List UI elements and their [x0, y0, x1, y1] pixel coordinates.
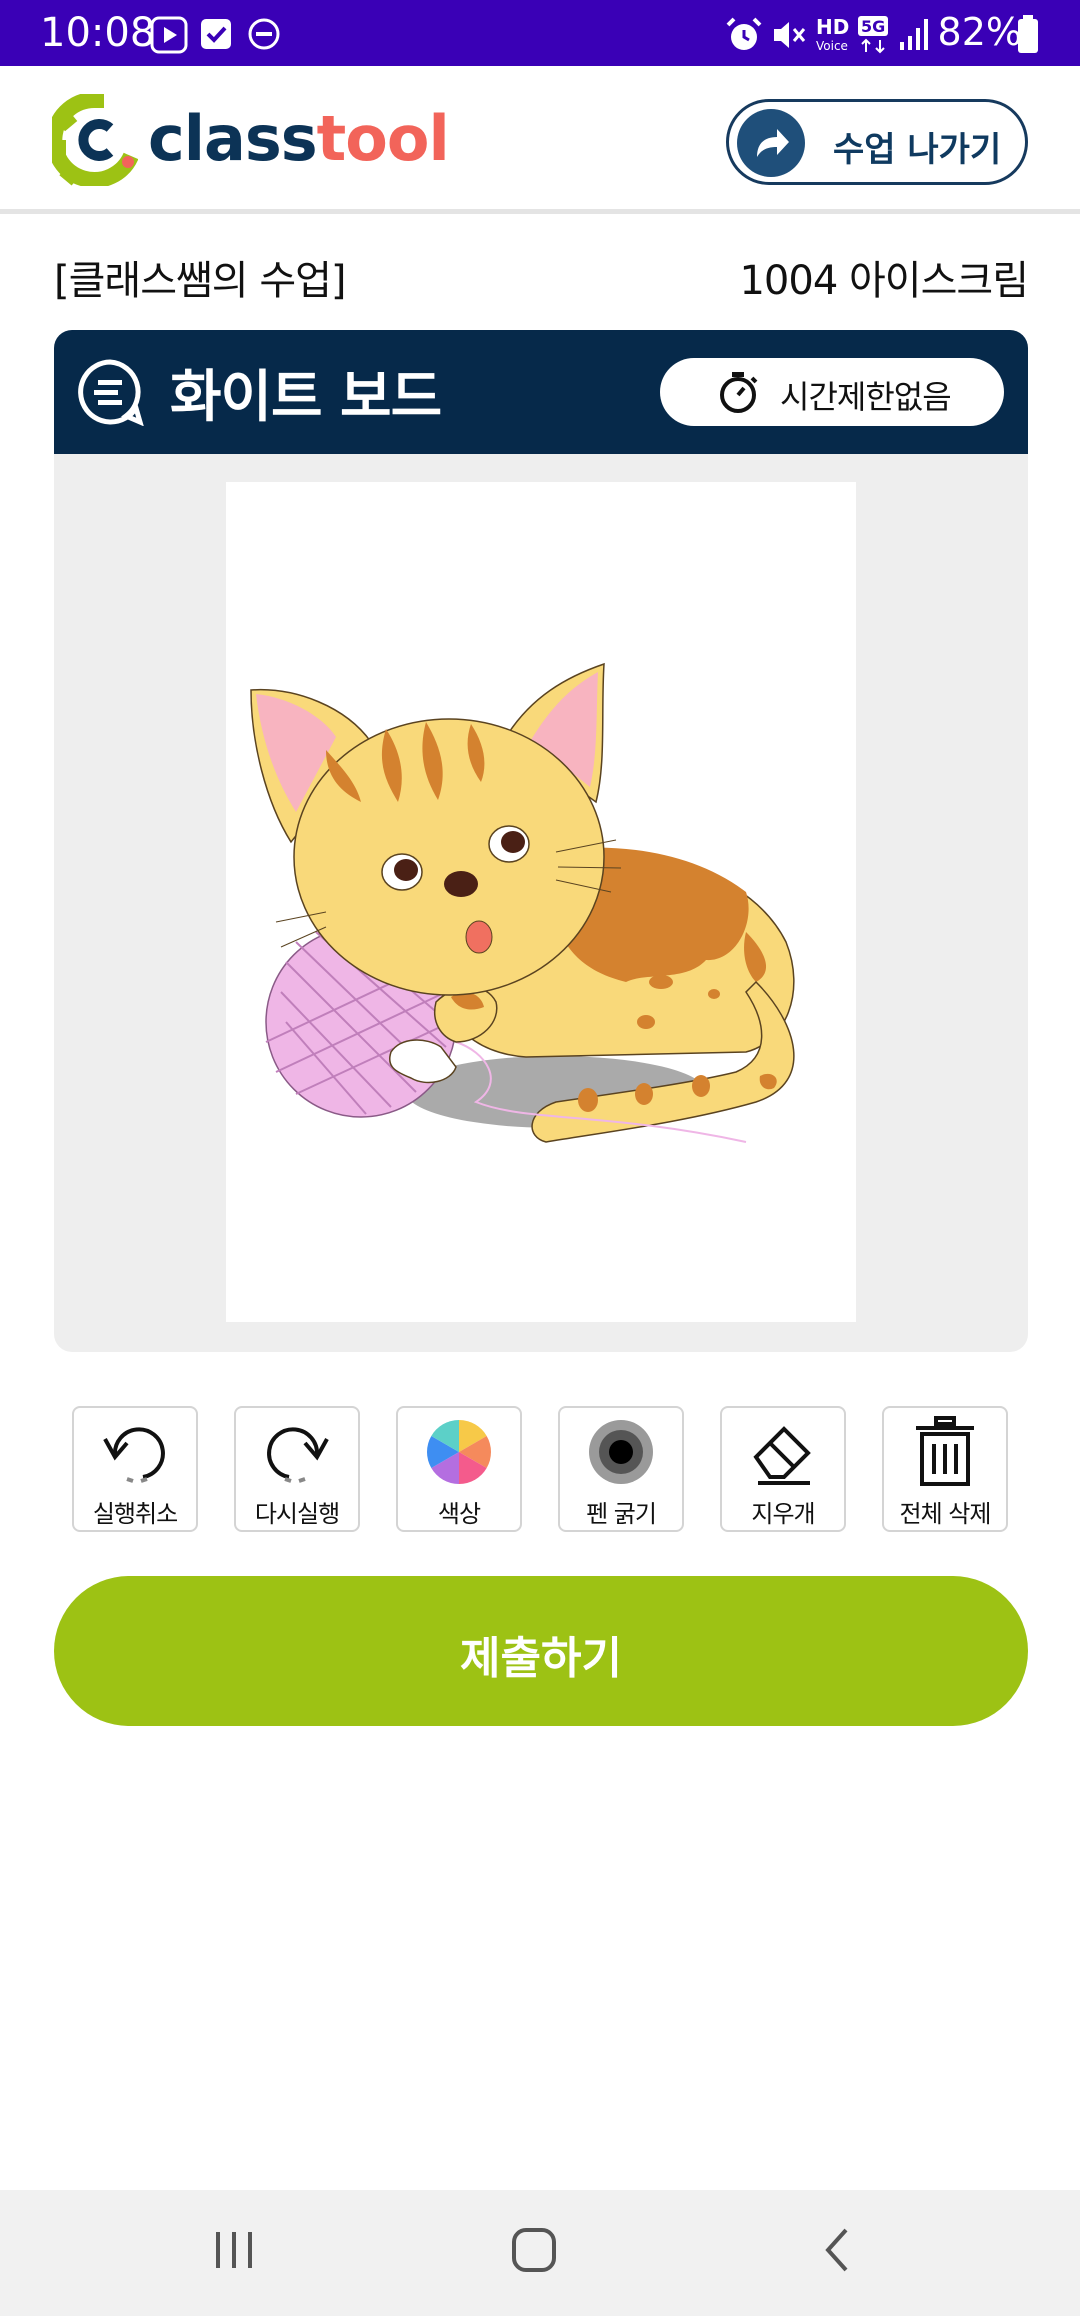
app-header: classtool 수업 나가기 — [0, 66, 1080, 214]
pen-thickness-label: 펜 굵기 — [586, 1500, 657, 1528]
submit-button[interactable]: 제출하기 — [54, 1576, 1028, 1726]
alarm-icon — [724, 16, 764, 58]
svg-text:HD: HD — [816, 15, 849, 39]
eraser-label: 지우개 — [751, 1500, 815, 1528]
color-wheel-icon — [398, 1416, 520, 1488]
youtube-icon — [150, 16, 188, 58]
status-time: 10:08 — [40, 10, 156, 56]
mute-icon — [770, 16, 808, 58]
back-icon[interactable] — [818, 2224, 858, 2280]
stopwatch-icon — [716, 370, 760, 418]
undo-button[interactable]: 실행취소 — [72, 1406, 198, 1532]
status-bar: 10:08 HD Voice 5G 82% — [0, 0, 1080, 66]
battery-icon — [1016, 14, 1040, 58]
clear-all-button[interactable]: 전체 삭제 — [882, 1406, 1008, 1532]
eraser-button[interactable]: 지우개 — [720, 1406, 846, 1532]
eraser-icon — [722, 1416, 844, 1488]
whiteboard-header: 화이트 보드 시간제한없음 — [54, 330, 1028, 454]
signal-icon — [898, 16, 932, 56]
cat-with-yarn-illustration — [250, 662, 795, 1143]
pen-thickness-icon — [560, 1416, 682, 1488]
logo-word-tool: tool — [316, 102, 450, 175]
exit-class-label: 수업 나가기 — [833, 130, 1002, 170]
undo-icon — [74, 1416, 196, 1488]
clear-all-label: 전체 삭제 — [899, 1500, 992, 1528]
trash-icon — [884, 1416, 1006, 1488]
student-name: 1004 아이스크림 — [739, 258, 1029, 304]
svg-text:Voice: Voice — [816, 39, 848, 53]
pen-thickness-button[interactable]: 펜 굵기 — [558, 1406, 684, 1532]
drawing-canvas[interactable] — [226, 482, 856, 1322]
color-label: 색상 — [437, 1500, 481, 1528]
redo-icon — [236, 1416, 358, 1488]
system-nav-bar — [0, 2190, 1080, 2316]
logo-wordmark: classtool — [148, 102, 450, 175]
whiteboard-card: 화이트 보드 시간제한없음 — [54, 330, 1028, 1352]
timer-badge: 시간제한없음 — [660, 358, 1004, 426]
home-icon[interactable] — [508, 2224, 564, 2280]
whiteboard-title: 화이트 보드 — [170, 365, 442, 430]
battery-percent: 82% — [937, 10, 1022, 54]
classtool-logo: classtool — [52, 94, 452, 190]
logo-gear-icon — [52, 94, 138, 186]
5g-icon: 5G — [856, 14, 890, 58]
share-arrow-icon — [737, 109, 805, 177]
redo-label: 다시실행 — [254, 1500, 340, 1528]
class-name: [클래스쌤의 수업] — [54, 258, 347, 304]
svg-text:5G: 5G — [861, 17, 885, 36]
chat-bubble-icon — [76, 358, 144, 430]
exit-class-button[interactable]: 수업 나가기 — [726, 99, 1028, 185]
timer-label: 시간제한없음 — [780, 378, 952, 416]
hd-voice-icon: HD Voice — [814, 14, 854, 58]
recent-apps-icon[interactable] — [212, 2224, 256, 2280]
checkbox-icon — [198, 16, 234, 56]
logo-word-class: class — [148, 102, 318, 175]
dnd-icon — [246, 16, 282, 56]
redo-button[interactable]: 다시실행 — [234, 1406, 360, 1532]
submit-label: 제출하기 — [460, 1633, 622, 1684]
color-button[interactable]: 색상 — [396, 1406, 522, 1532]
undo-label: 실행취소 — [92, 1500, 178, 1528]
